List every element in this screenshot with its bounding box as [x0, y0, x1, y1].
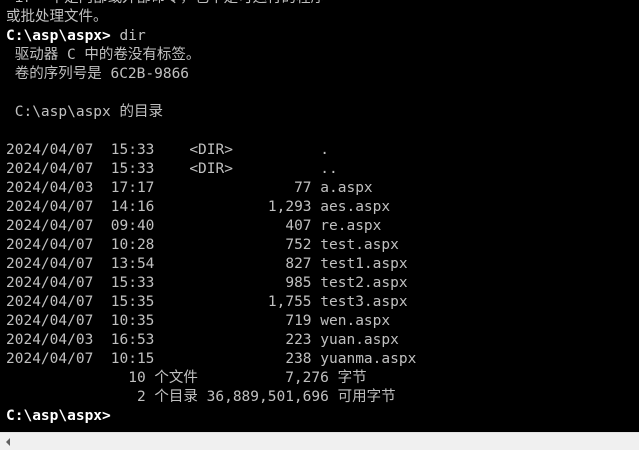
file-listing-row: 2024/04/03 16:53 223 yuan.aspx	[6, 332, 399, 348]
scrollbar-track[interactable]	[17, 433, 639, 450]
file-listing-row: 2024/04/07 13:54 827 test1.aspx	[6, 256, 408, 272]
terminal-output: 'ir' 不是内部或外部命令，也不是可运行的程序 或批处理文件。 C:\asp\…	[6, 0, 639, 426]
output-line: 卷的序列号是 6C2B-9866	[6, 66, 190, 82]
triangle-left-icon[interactable]	[0, 433, 17, 450]
dir-listing-row: 2024/04/07 15:33 <DIR> ..	[6, 161, 338, 177]
horizontal-scrollbar[interactable]	[0, 432, 639, 450]
dir-listing-row: 2024/04/07 15:33 <DIR> .	[6, 142, 330, 158]
directory-heading: C:\asp\aspx 的目录	[6, 104, 163, 120]
command-line[interactable]: C:\asp\aspx>	[6, 407, 639, 426]
terminal-window[interactable]: 'ir' 不是内部或外部命令，也不是可运行的程序 或批处理文件。 C:\asp\…	[0, 0, 639, 450]
file-listing-row: 2024/04/07 14:16 1,293 aes.aspx	[6, 199, 391, 215]
command-text: dir	[110, 28, 146, 44]
prompt: C:\asp\aspx>	[6, 408, 111, 424]
output-line: 'ir' 不是内部或外部命令，也不是可运行的程序	[6, 0, 639, 8]
file-listing-row: 2024/04/07 10:35 719 wen.aspx	[6, 313, 391, 329]
dir-summary: 2 个目录 36,889,501,696 可用字节	[6, 389, 396, 405]
output-line: 驱动器 C 中的卷没有标签。	[6, 47, 201, 63]
file-listing-row: 2024/04/07 15:35 1,755 test3.aspx	[6, 294, 408, 310]
command-line: C:\asp\aspx> dir	[6, 27, 639, 46]
prompt: C:\asp\aspx>	[6, 28, 111, 44]
file-listing-row: 2024/04/07 10:28 752 test.aspx	[6, 237, 399, 253]
output-line: 或批处理文件。	[6, 9, 108, 25]
file-listing-row: 2024/04/07 09:40 407 re.aspx	[6, 218, 382, 234]
file-listing-row: 2024/04/07 10:15 238 yuanma.aspx	[6, 351, 417, 367]
file-listing-row: 2024/04/03 17:17 77 a.aspx	[6, 180, 373, 196]
file-summary: 10 个文件 7,276 字节	[6, 370, 367, 386]
file-listing-row: 2024/04/07 15:33 985 test2.aspx	[6, 275, 408, 291]
